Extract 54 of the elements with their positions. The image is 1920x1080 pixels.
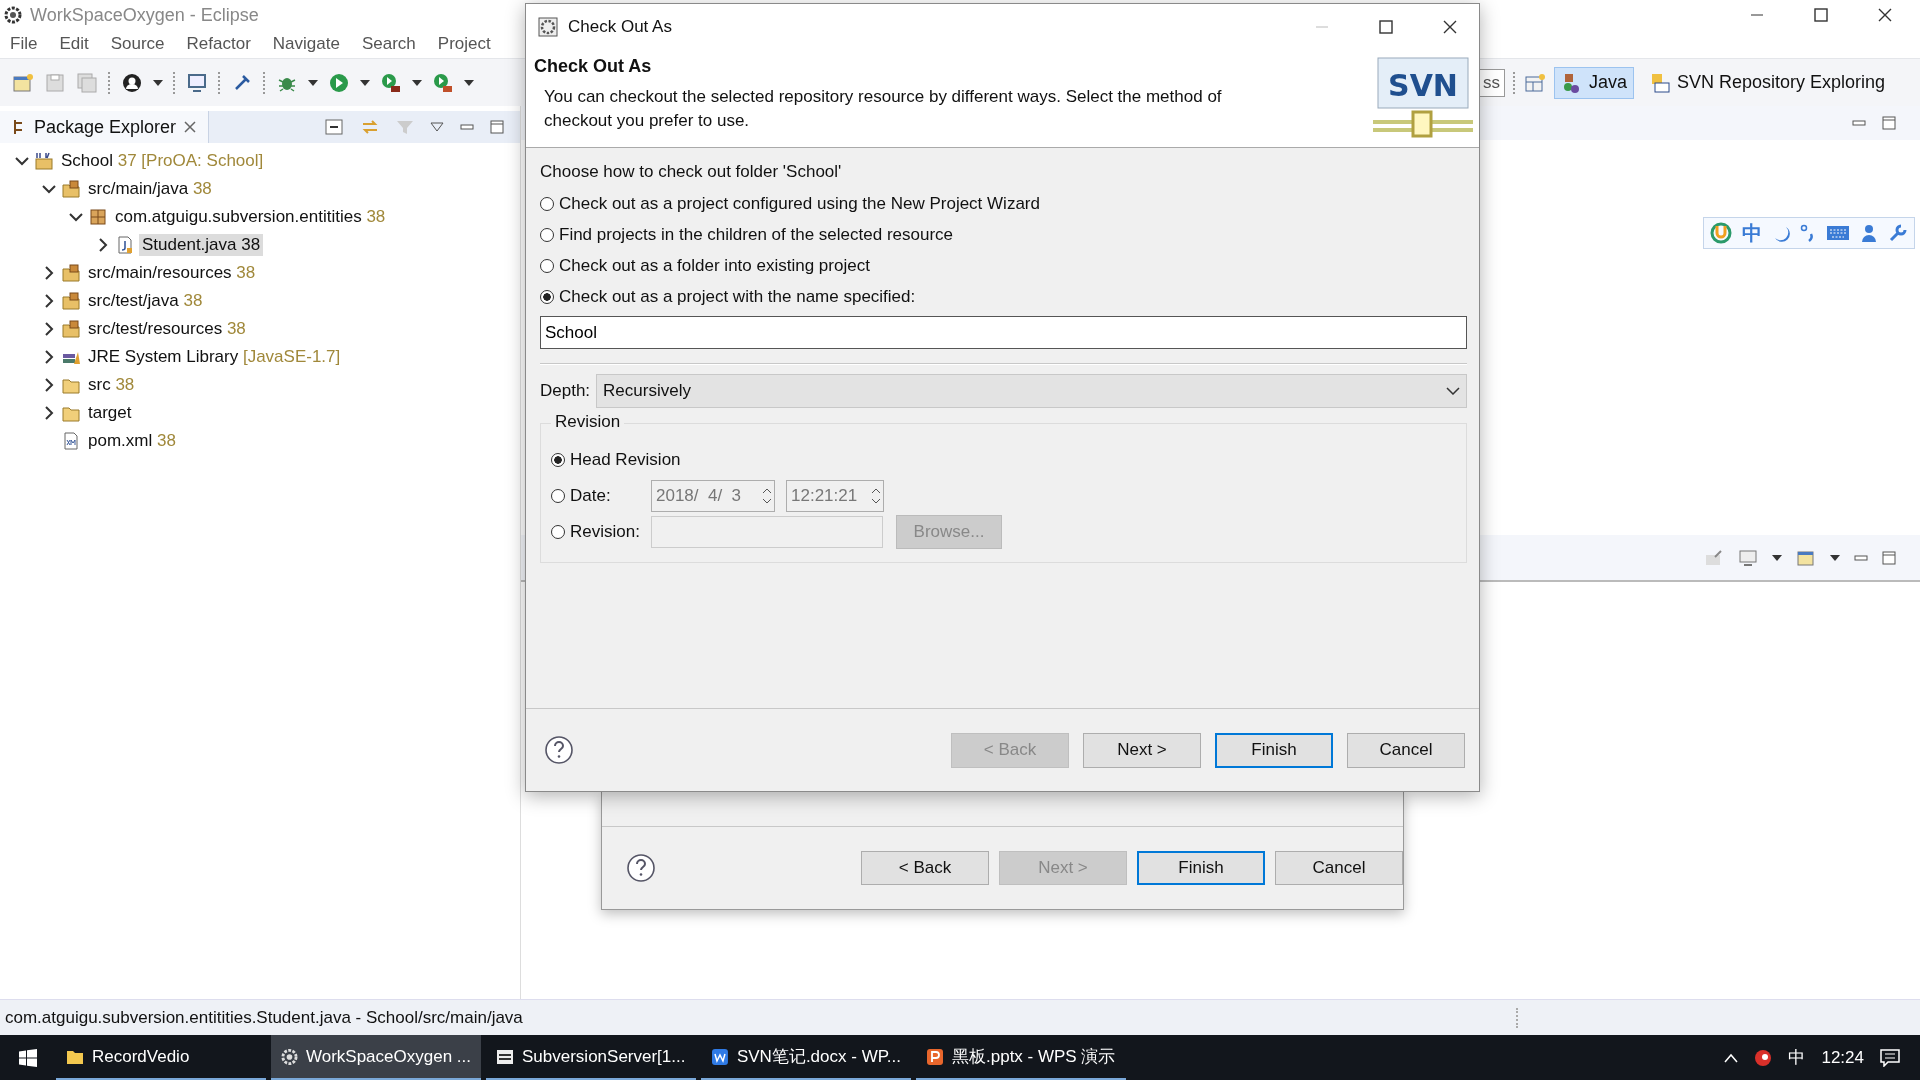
view-title: Package Explorer [34, 116, 177, 138]
view-tab[interactable]: Package Explorer [0, 111, 210, 143]
time-spinner[interactable]: 12:21:21 [786, 480, 884, 512]
wizard-button[interactable]: Next > [1083, 732, 1201, 768]
radio-label[interactable]: Date: [570, 486, 646, 506]
radio-label[interactable]: Revision: [570, 522, 646, 542]
tree-item[interactable]: src/main/resources 38 [85, 262, 259, 284]
radio-label[interactable]: Head Revision [570, 450, 681, 470]
tree-item[interactable]: com.atguigu.subversion.entitities 38 [112, 206, 389, 228]
tree-item[interactable]: target [85, 402, 135, 424]
taskbar-item[interactable]: RecordVedio [56, 1035, 266, 1080]
tree-item[interactable]: src 38 [85, 374, 138, 396]
perspective-tab[interactable]: Java [1553, 66, 1634, 99]
dialog-title: Check Out As [568, 17, 672, 37]
radio-label[interactable]: Find projects in the children of the selected resource [559, 224, 954, 245]
status-text: com.atguigu.subversion.entitities.Student.java - School/src/main/java [5, 1007, 523, 1028]
menu-item[interactable]: Edit [59, 34, 89, 54]
page-heading: Check Out As [534, 56, 653, 77]
menu-item[interactable]: File [10, 34, 38, 54]
wizard-button[interactable]: Cancel [1347, 732, 1465, 768]
tree-item[interactable]: src/main/java 38 [85, 178, 215, 200]
taskbar-item[interactable]: SubversionServer[1... [486, 1035, 696, 1080]
window-title: WorkSpaceOxygen - Eclipse [30, 4, 259, 26]
tree-item[interactable]: JRE System Library [JavaSE-1.7] [85, 346, 344, 368]
clock[interactable]: 12:24 [1821, 1047, 1864, 1068]
menu-item[interactable]: Refactor [186, 34, 251, 54]
tree-item[interactable]: src/test/java 38 [85, 290, 206, 312]
wizard-button[interactable]: < Back [861, 851, 989, 885]
input-method-indicator[interactable]: 中 [1788, 1046, 1806, 1069]
menu-item[interactable]: Search [361, 34, 416, 54]
wizard-button[interactable]: Finish [1137, 851, 1265, 885]
radio-label[interactable]: Check out as a project configured using the New Project Wizard [559, 193, 1040, 214]
depth-label: Depth: [540, 381, 591, 401]
page-description: You can checkout the selected repository resource by different ways. Select the method of checkout you prefer to use. [543, 86, 1223, 132]
radio-label[interactable]: Check out as a folder into existing project [559, 255, 870, 276]
taskbar-item[interactable]: WorkSpaceOxygen ... [271, 1035, 481, 1080]
tree-item[interactable]: src/test/resources 38 [85, 318, 249, 340]
tree-item[interactable]: pom.xml 38 [85, 430, 179, 452]
wizard-button[interactable]: Finish [1215, 732, 1333, 768]
prompt-text: Choose how to check out folder 'School' [540, 162, 843, 182]
taskbar-item[interactable]: SVN笔记.docx - WP... [701, 1035, 911, 1080]
depth-dropdown[interactable]: Recursively [596, 374, 1467, 408]
wizard-button[interactable]: Cancel [1275, 851, 1403, 885]
project-name-field[interactable]: School [540, 316, 1467, 349]
input-mode-toggle[interactable]: 中 [1742, 219, 1762, 247]
date-spinner[interactable]: 2018/ 4/ 3 [651, 480, 775, 512]
tree-item[interactable]: Student.java 38 [139, 234, 264, 256]
menu-item[interactable]: Source [110, 34, 165, 54]
menu-item[interactable]: Navigate [272, 34, 340, 54]
taskbar-item[interactable]: 黑板.pptx - WPS 演示 [916, 1035, 1126, 1080]
tree-item[interactable]: School 37 [ProOA: School] [58, 150, 267, 172]
radio-label[interactable]: Check out as a project with the name specified: [559, 286, 916, 307]
menu-item[interactable]: Project [437, 34, 491, 54]
perspective-tab[interactable]: SVN Repository Exploring [1641, 66, 1892, 99]
